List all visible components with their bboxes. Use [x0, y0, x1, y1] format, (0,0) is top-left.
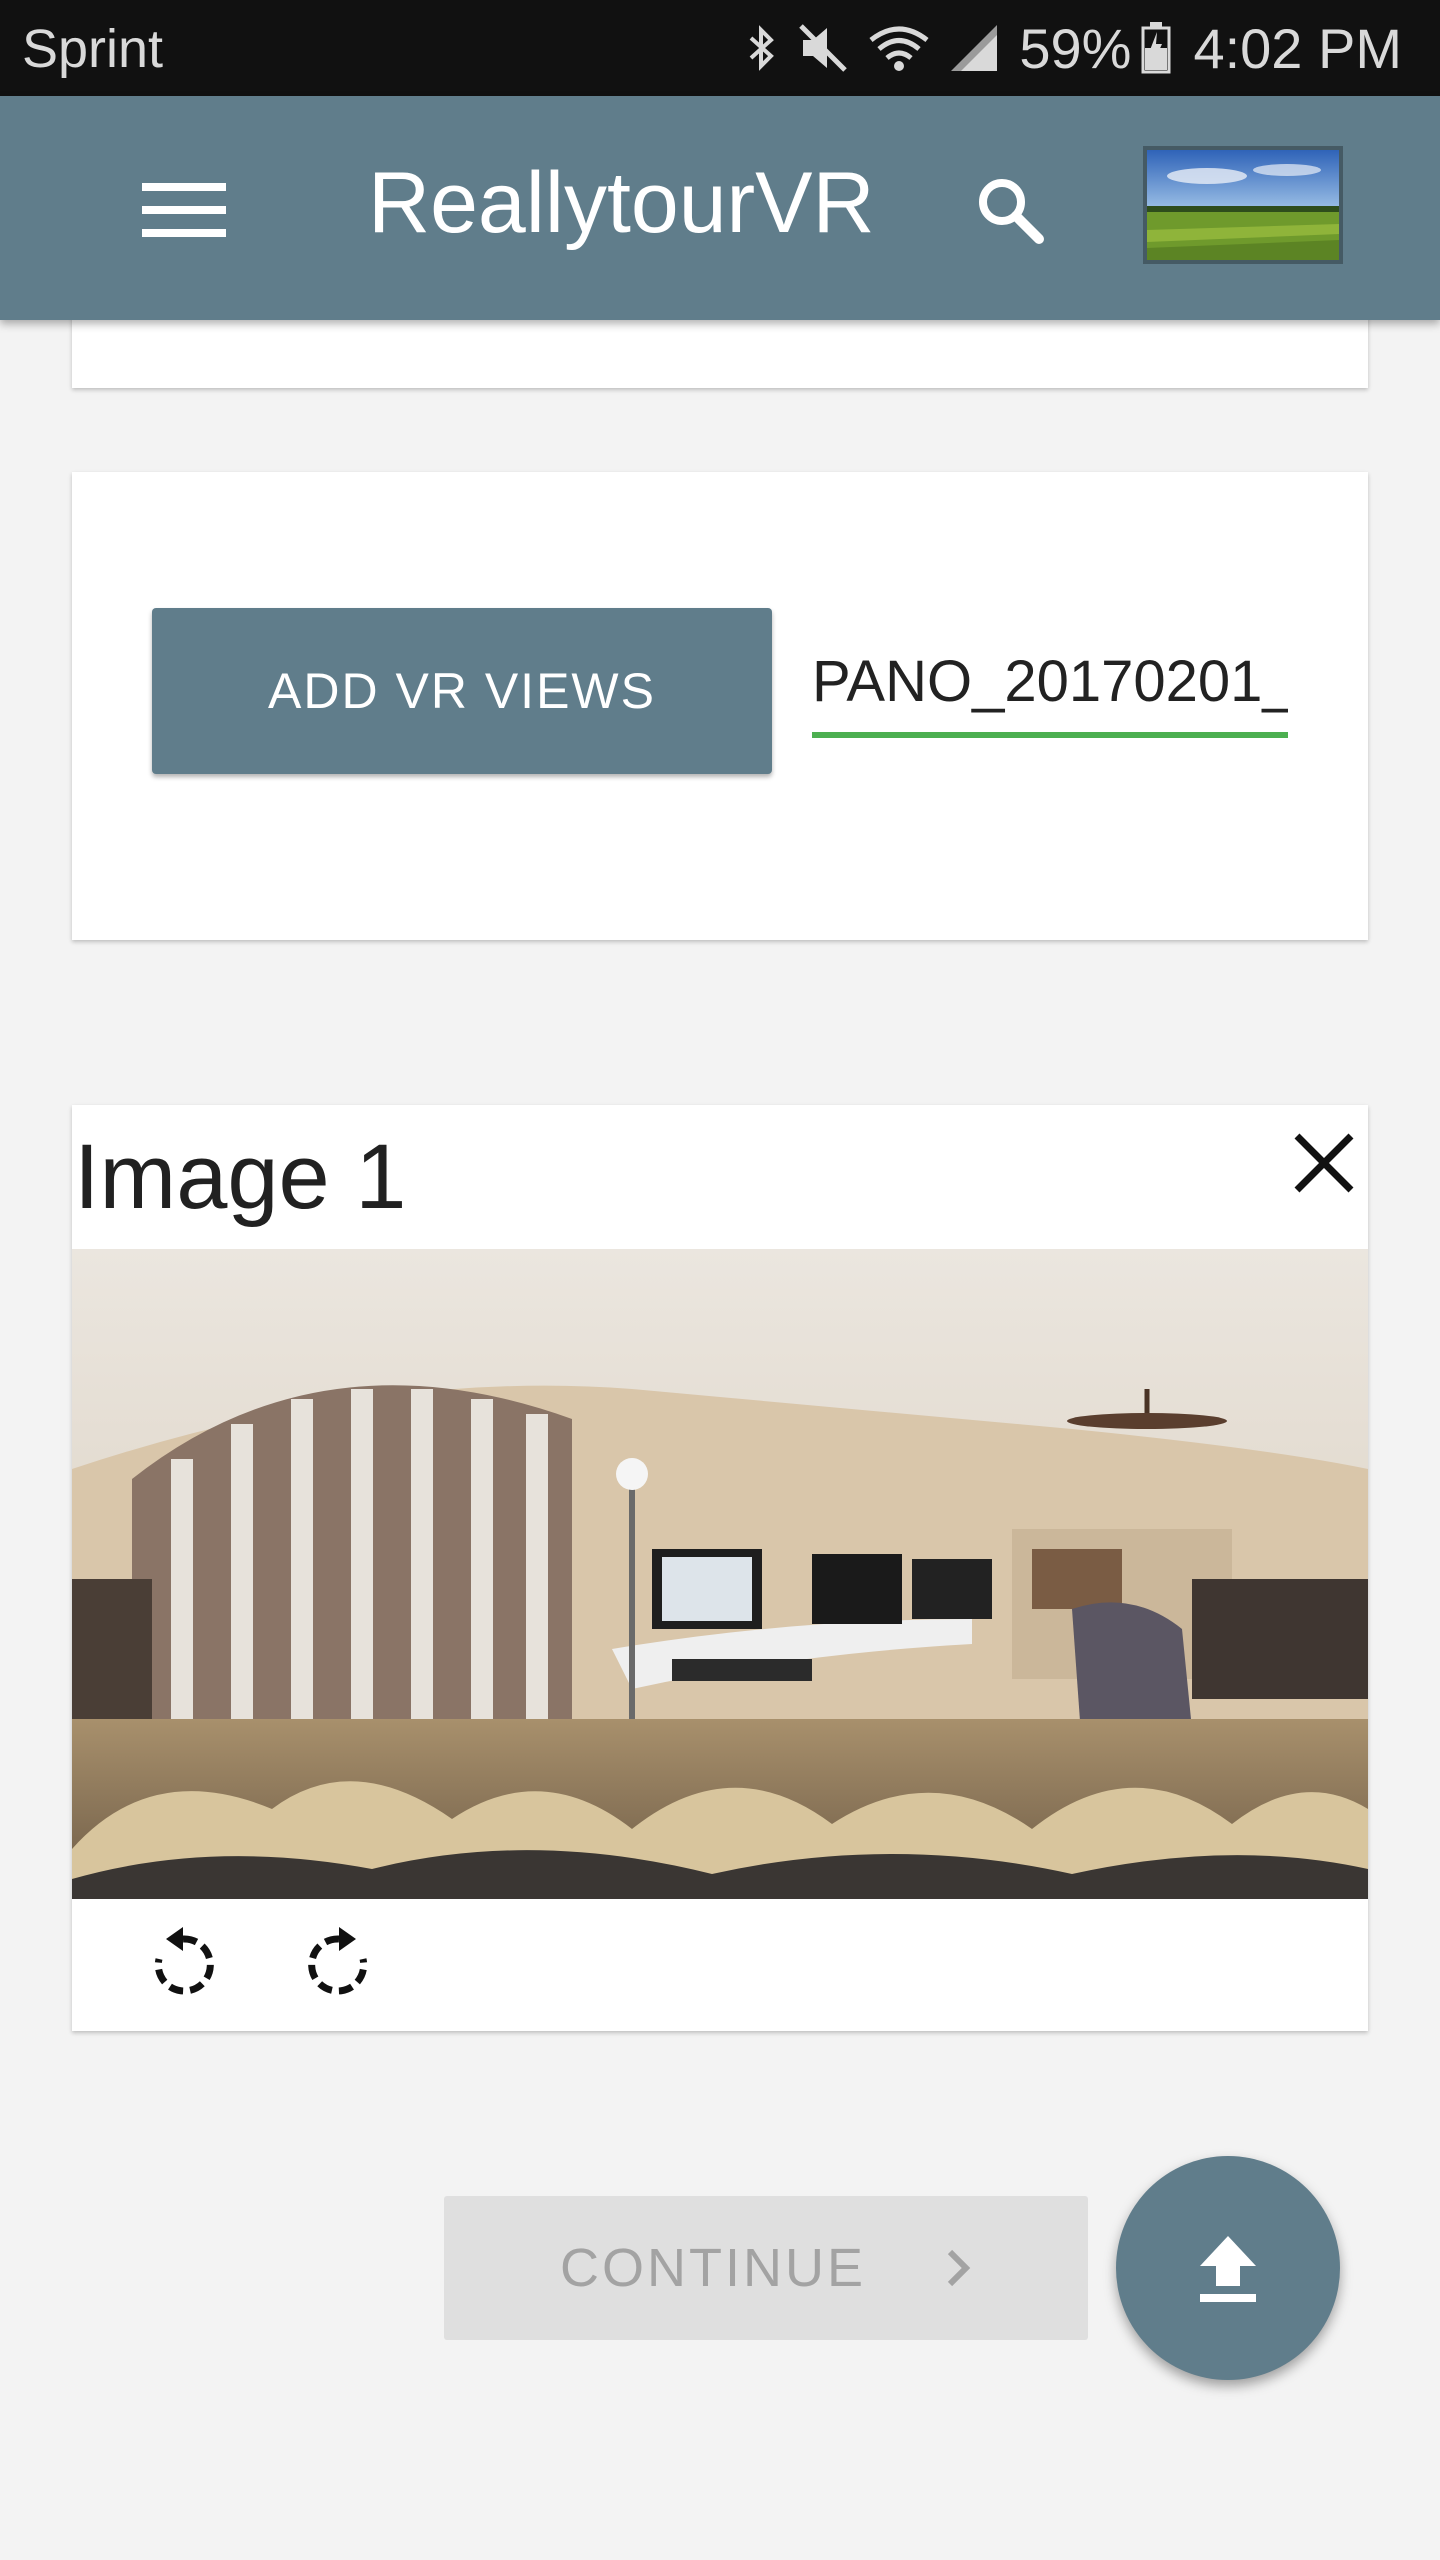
- rotate-left-icon: [154, 1927, 214, 1995]
- upload-card: ADD VR VIEWS PANO_20170201_1: [72, 472, 1368, 940]
- bluetooth-icon: [747, 24, 777, 72]
- close-button[interactable]: [1282, 1121, 1366, 1205]
- image-card: Image 1: [72, 1105, 1368, 2031]
- image-title: Image 1: [74, 1126, 407, 1228]
- rotate-left-button[interactable]: [138, 1919, 228, 2009]
- battery-icon: [1141, 22, 1171, 74]
- add-vr-views-button[interactable]: ADD VR VIEWS: [152, 608, 772, 774]
- cell-signal-icon: [949, 23, 999, 73]
- app-bar: ReallytourVR: [0, 96, 1440, 320]
- upload-icon: [1200, 2236, 1256, 2302]
- search-icon: [979, 179, 1044, 244]
- panorama-illustration: [72, 1249, 1368, 1899]
- continue-label: CONTINUE: [560, 2238, 866, 2298]
- status-bar: Sprint 59% 4:02 PM: [0, 0, 1440, 96]
- upload-fab-button[interactable]: [1116, 2156, 1340, 2380]
- menu-button[interactable]: [130, 170, 238, 250]
- selected-file-name: PANO_20170201_1: [812, 649, 1288, 714]
- chevron-right-icon: [946, 2248, 972, 2288]
- clock: 4:02 PM: [1193, 16, 1402, 80]
- continue-button[interactable]: CONTINUE: [444, 2196, 1088, 2340]
- close-icon: [1294, 1133, 1354, 1193]
- landscape-thumbnail-image: [1147, 150, 1339, 260]
- selected-file-field[interactable]: PANO_20170201_1: [812, 632, 1288, 738]
- mute-icon: [797, 22, 849, 74]
- status-icons: 59% 4:02 PM: [747, 12, 1402, 84]
- search-button[interactable]: [968, 168, 1052, 252]
- wifi-icon: [869, 24, 929, 72]
- rotate-right-button[interactable]: [294, 1919, 384, 2009]
- panorama-preview-image: [72, 1249, 1368, 1899]
- app-title: ReallytourVR: [368, 155, 875, 251]
- carrier-name: Sprint: [22, 19, 164, 79]
- profile-thumbnail[interactable]: [1143, 146, 1343, 264]
- menu-icon: [142, 183, 226, 237]
- rotate-right-icon: [308, 1927, 368, 1995]
- battery-percent: 59%: [1019, 16, 1132, 80]
